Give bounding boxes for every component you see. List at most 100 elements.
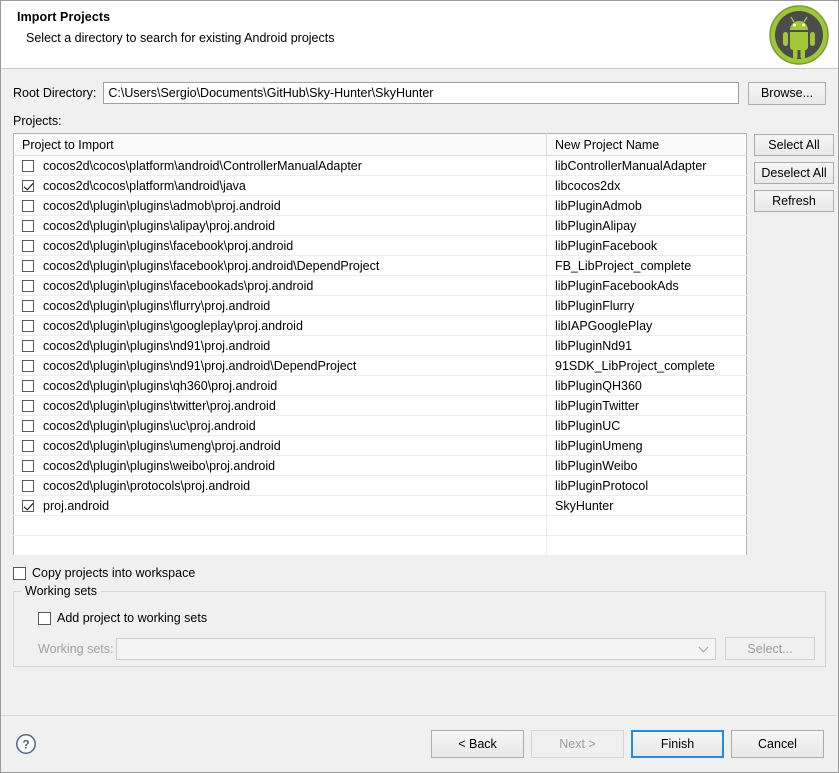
table-side-buttons: Select All Deselect All Refresh [754, 133, 834, 556]
cell-new-project-name: libPluginFacebook [546, 235, 747, 256]
table-row[interactable]: cocos2d\plugin\plugins\twitter\proj.andr… [13, 395, 747, 416]
cancel-button[interactable]: Cancel [731, 730, 824, 758]
back-button[interactable]: < Back [431, 730, 524, 758]
table-row[interactable]: cocos2d\plugin\plugins\qh360\proj.androi… [13, 375, 747, 396]
table-header-row: Project to Import New Project Name [13, 133, 747, 156]
table-row[interactable]: cocos2d\plugin\plugins\umeng\proj.androi… [13, 435, 747, 456]
table-row[interactable]: cocos2d\plugin\plugins\facebook\proj.and… [13, 235, 747, 256]
projects-table[interactable]: Project to Import New Project Name cocos… [13, 133, 747, 556]
row-checkbox[interactable] [22, 499, 34, 512]
row-checkbox[interactable] [22, 479, 34, 492]
cell-new-project-name: libControllerManualAdapter [546, 155, 747, 176]
cell-new-project-name: libPluginWeibo [546, 455, 747, 476]
cell-new-project-name: libPluginNd91 [546, 335, 747, 356]
add-to-working-sets-row[interactable]: Add project to working sets [38, 610, 815, 626]
cell-new-project-name: libPluginFacebookAds [546, 275, 747, 296]
table-row[interactable]: proj.android SkyHunter [13, 495, 747, 516]
row-checkbox[interactable] [22, 399, 34, 412]
root-directory-input[interactable] [103, 82, 739, 104]
row-checkbox[interactable] [22, 419, 34, 432]
table-row[interactable]: cocos2d\plugin\plugins\flurry\proj.andro… [13, 295, 747, 316]
android-robot-icon [769, 5, 829, 65]
cell-new-project-name: libPluginAlipay [546, 215, 747, 236]
project-path-label: cocos2d\plugin\plugins\nd91\proj.android… [43, 358, 357, 373]
projects-table-body: cocos2d\cocos\platform\android\Controlle… [13, 155, 747, 556]
table-row[interactable]: cocos2d\cocos\platform\android\Controlle… [13, 155, 747, 176]
chevron-down-icon [698, 642, 709, 652]
cell-new-project-name: libPluginProtocol [546, 475, 747, 496]
row-checkbox[interactable] [22, 219, 34, 232]
row-checkbox[interactable] [22, 279, 34, 292]
import-projects-dialog: Import Projects Select a directory to se… [0, 0, 839, 773]
cell-new-project-name: libcocos2dx [546, 175, 747, 196]
project-path-label: cocos2d\plugin\plugins\flurry\proj.andro… [43, 298, 271, 313]
row-checkbox[interactable] [22, 299, 34, 312]
table-row[interactable]: cocos2d\plugin\plugins\alipay\proj.andro… [13, 215, 747, 236]
finish-button[interactable]: Finish [631, 730, 724, 758]
project-path-label: cocos2d\cocos\platform\android\Controlle… [43, 158, 362, 173]
cell-project-to-import: cocos2d\plugin\plugins\umeng\proj.androi… [13, 435, 547, 456]
question-mark-icon[interactable]: ? [15, 733, 37, 755]
row-checkbox[interactable] [22, 259, 34, 272]
row-checkbox[interactable] [22, 439, 34, 452]
cell-project-to-import: cocos2d\plugin\plugins\googleplay\proj.a… [13, 315, 547, 336]
row-checkbox[interactable] [22, 339, 34, 352]
table-row[interactable]: cocos2d\plugin\plugins\facebookads\proj.… [13, 275, 747, 296]
project-path-label: cocos2d\plugin\plugins\uc\proj.android [43, 418, 256, 433]
table-row[interactable]: cocos2d\plugin\plugins\admob\proj.androi… [13, 195, 747, 216]
working-sets-combobox[interactable] [116, 637, 716, 660]
table-row[interactable]: cocos2d\cocos\platform\android\java libco… [13, 175, 747, 196]
cell-project-to-import: cocos2d\plugin\plugins\flurry\proj.andro… [13, 295, 547, 316]
add-to-working-sets-label: Add project to working sets [57, 611, 208, 625]
dialog-header: Import Projects Select a directory to se… [1, 1, 838, 69]
column-header-project-to-import[interactable]: Project to Import [13, 133, 547, 156]
table-row[interactable]: cocos2d\plugin\plugins\nd91\proj.android… [13, 355, 747, 376]
column-header-new-project-name[interactable]: New Project Name [546, 133, 747, 156]
row-checkbox[interactable] [22, 179, 34, 192]
page-subtitle: Select a directory to search for existin… [26, 31, 335, 45]
table-row[interactable] [13, 515, 747, 536]
dialog-footer: ? < Back Next > Finish Cancel [1, 715, 838, 772]
cell-project-to-import: cocos2d\plugin\protocols\proj.android [13, 475, 547, 496]
row-checkbox[interactable] [22, 459, 34, 472]
select-all-button[interactable]: Select All [754, 134, 834, 156]
table-row[interactable]: cocos2d\plugin\plugins\googleplay\proj.a… [13, 315, 747, 336]
row-checkbox[interactable] [22, 379, 34, 392]
table-row[interactable]: cocos2d\plugin\plugins\weibo\proj.androi… [13, 455, 747, 476]
table-row[interactable] [13, 535, 747, 556]
dialog-body: Root Directory: Browse... Projects: Proj… [1, 69, 838, 715]
cell-project-to-import: cocos2d\plugin\plugins\alipay\proj.andro… [13, 215, 547, 236]
project-path-label: cocos2d\plugin\plugins\facebookads\proj.… [43, 278, 314, 293]
page-title: Import Projects [17, 10, 111, 24]
deselect-all-button[interactable]: Deselect All [754, 162, 834, 184]
table-row[interactable]: cocos2d\plugin\protocols\proj.android lib… [13, 475, 747, 496]
row-checkbox[interactable] [22, 239, 34, 252]
cell-project-to-import: cocos2d\plugin\plugins\facebookads\proj.… [13, 275, 547, 296]
copy-projects-row[interactable]: Copy projects into workspace [13, 565, 826, 581]
projects-table-area: Project to Import New Project Name cocos… [13, 133, 834, 556]
working-sets-select-button[interactable]: Select... [725, 637, 815, 660]
row-checkbox[interactable] [22, 319, 34, 332]
row-checkbox[interactable] [22, 359, 34, 372]
cell-new-project-name [546, 515, 747, 536]
cell-new-project-name: libPluginAdmob [546, 195, 747, 216]
browse-button[interactable]: Browse... [748, 81, 826, 105]
working-sets-group: Working sets Add project to working sets… [13, 584, 826, 667]
add-to-working-sets-checkbox[interactable] [38, 611, 51, 625]
project-path-label: cocos2d\plugin\plugins\facebook\proj.and… [43, 258, 380, 273]
cell-new-project-name: FB_LibProject_complete [546, 255, 747, 276]
refresh-button[interactable]: Refresh [754, 190, 834, 212]
cell-project-to-import [13, 515, 547, 536]
cell-new-project-name: SkyHunter [546, 495, 747, 516]
copy-projects-checkbox[interactable] [13, 566, 26, 580]
cell-project-to-import: cocos2d\cocos\platform\android\Controlle… [13, 155, 547, 176]
working-sets-select-row: Working sets: Select... [38, 637, 815, 660]
table-row[interactable]: cocos2d\plugin\plugins\facebook\proj.and… [13, 255, 747, 276]
cell-new-project-name: libPluginUmeng [546, 435, 747, 456]
row-checkbox[interactable] [22, 159, 34, 172]
cell-new-project-name: libIAPGooglePlay [546, 315, 747, 336]
table-row[interactable]: cocos2d\plugin\plugins\uc\proj.android li… [13, 415, 747, 436]
row-checkbox[interactable] [22, 199, 34, 212]
project-path-label: cocos2d\plugin\plugins\weibo\proj.androi… [43, 458, 276, 473]
table-row[interactable]: cocos2d\plugin\plugins\nd91\proj.android… [13, 335, 747, 356]
